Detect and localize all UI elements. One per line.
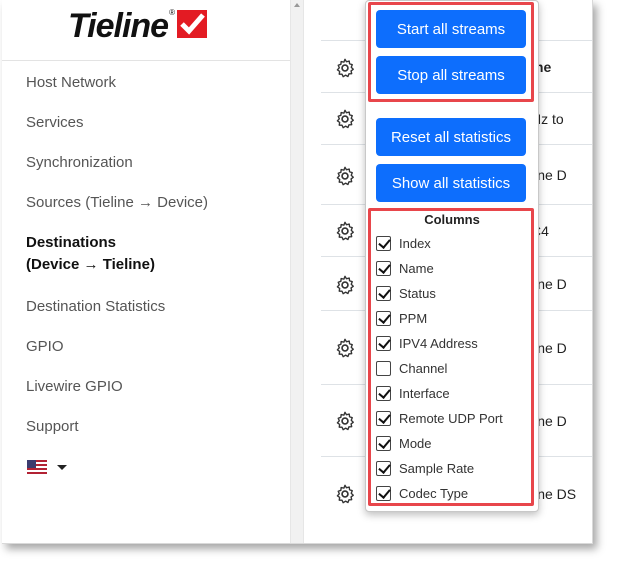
- column-toggle[interactable]: Codec Type: [376, 483, 468, 503]
- checkbox[interactable]: [376, 435, 391, 451]
- column-toggle-label: Channel: [399, 360, 448, 376]
- column-toggle[interactable]: Interface: [376, 383, 450, 403]
- sidebar-item-livewire-gpio[interactable]: Livewire GPIO: [26, 376, 208, 416]
- logo-registered-mark: ®: [169, 7, 175, 17]
- sidebar-item-sources[interactable]: Sources (Tieline → Device): [26, 192, 208, 232]
- column-toggle[interactable]: IPV4 Address: [376, 333, 478, 353]
- sidebar-nav: Host Network Services Synchronization So…: [26, 72, 208, 456]
- checkbox[interactable]: [376, 335, 391, 351]
- logo-text: Tieline: [68, 6, 169, 45]
- scroll-up-icon[interactable]: [294, 3, 300, 7]
- gear-icon[interactable]: [334, 337, 356, 359]
- tieline-logo[interactable]: Tieline ®: [68, 6, 207, 45]
- sidebar-item-synchronization[interactable]: Synchronization: [26, 152, 208, 192]
- gear-icon[interactable]: [334, 108, 356, 130]
- sidebar-item-support[interactable]: Support: [26, 416, 208, 456]
- language-selector[interactable]: [27, 460, 67, 474]
- caret-down-icon: [57, 464, 67, 470]
- column-toggle-label: Codec Type: [399, 485, 469, 501]
- checkbox[interactable]: [376, 235, 391, 251]
- columns-heading: Columns: [424, 212, 480, 227]
- sidebar-item-destinations[interactable]: Destinations (Device → Tieline): [26, 232, 208, 296]
- checkbox[interactable]: [376, 285, 391, 301]
- gear-icon[interactable]: [334, 274, 356, 296]
- reset-all-statistics-button[interactable]: Reset all statistics: [376, 118, 526, 156]
- gear-icon[interactable]: [334, 165, 356, 187]
- table-options-dropdown: Start all streams Stop all streams Reset…: [365, 0, 539, 512]
- checkbox[interactable]: [376, 385, 391, 401]
- highlight-box-stream-buttons: [368, 2, 534, 102]
- checkbox[interactable]: [376, 460, 391, 476]
- column-toggle-label: Mode: [399, 435, 432, 451]
- sidebar: Tieline ® Host Network Services Synchron…: [2, 0, 291, 543]
- column-toggle[interactable]: Name: [376, 258, 434, 278]
- vertical-scrollbar[interactable]: [291, 0, 304, 543]
- sidebar-item-destination-statistics[interactable]: Destination Statistics: [26, 296, 208, 336]
- gear-icon[interactable]: [334, 410, 356, 432]
- column-toggle[interactable]: Status: [376, 283, 436, 303]
- column-toggle-label: Sample Rate: [399, 460, 475, 476]
- column-toggle[interactable]: Index: [376, 233, 431, 253]
- logo-checkmark-icon: [177, 10, 207, 38]
- column-toggle[interactable]: Remote UDP Port: [376, 408, 503, 428]
- sidebar-item-gpio[interactable]: GPIO: [26, 336, 208, 376]
- us-flag-icon: [27, 460, 47, 474]
- column-toggle[interactable]: Channel: [376, 358, 447, 378]
- checkbox[interactable]: [376, 410, 391, 426]
- checkbox[interactable]: [376, 360, 391, 376]
- gear-icon[interactable]: [334, 220, 356, 242]
- column-toggle-label: Remote UDP Port: [399, 410, 503, 426]
- checkbox[interactable]: [376, 260, 391, 276]
- column-toggle[interactable]: PPM: [376, 308, 427, 328]
- column-toggle-label: Interface: [399, 385, 450, 401]
- sidebar-item-destinations-line2: (Device → Tieline): [26, 256, 155, 273]
- checkbox[interactable]: [376, 485, 391, 501]
- column-toggle-label: PPM: [399, 310, 428, 326]
- column-toggle-label: Status: [399, 285, 436, 301]
- checkbox[interactable]: [376, 310, 391, 326]
- gear-icon[interactable]: [334, 483, 356, 505]
- gear-icon[interactable]: [334, 57, 356, 79]
- sidebar-item-services[interactable]: Services: [26, 112, 208, 152]
- sidebar-item-destinations-line1: Destinations: [26, 234, 117, 251]
- column-toggle[interactable]: Sample Rate: [376, 458, 474, 478]
- app-window: Tieline ® Host Network Services Synchron…: [2, 0, 593, 544]
- sidebar-item-host-network[interactable]: Host Network: [26, 72, 208, 112]
- column-toggle-label: Name: [399, 260, 434, 276]
- column-toggle[interactable]: Mode: [376, 433, 432, 453]
- sidebar-divider: [2, 60, 290, 61]
- column-toggle-label: Index: [399, 235, 431, 251]
- show-all-statistics-button[interactable]: Show all statistics: [376, 164, 526, 202]
- column-toggle-label: IPV4 Address: [399, 335, 478, 351]
